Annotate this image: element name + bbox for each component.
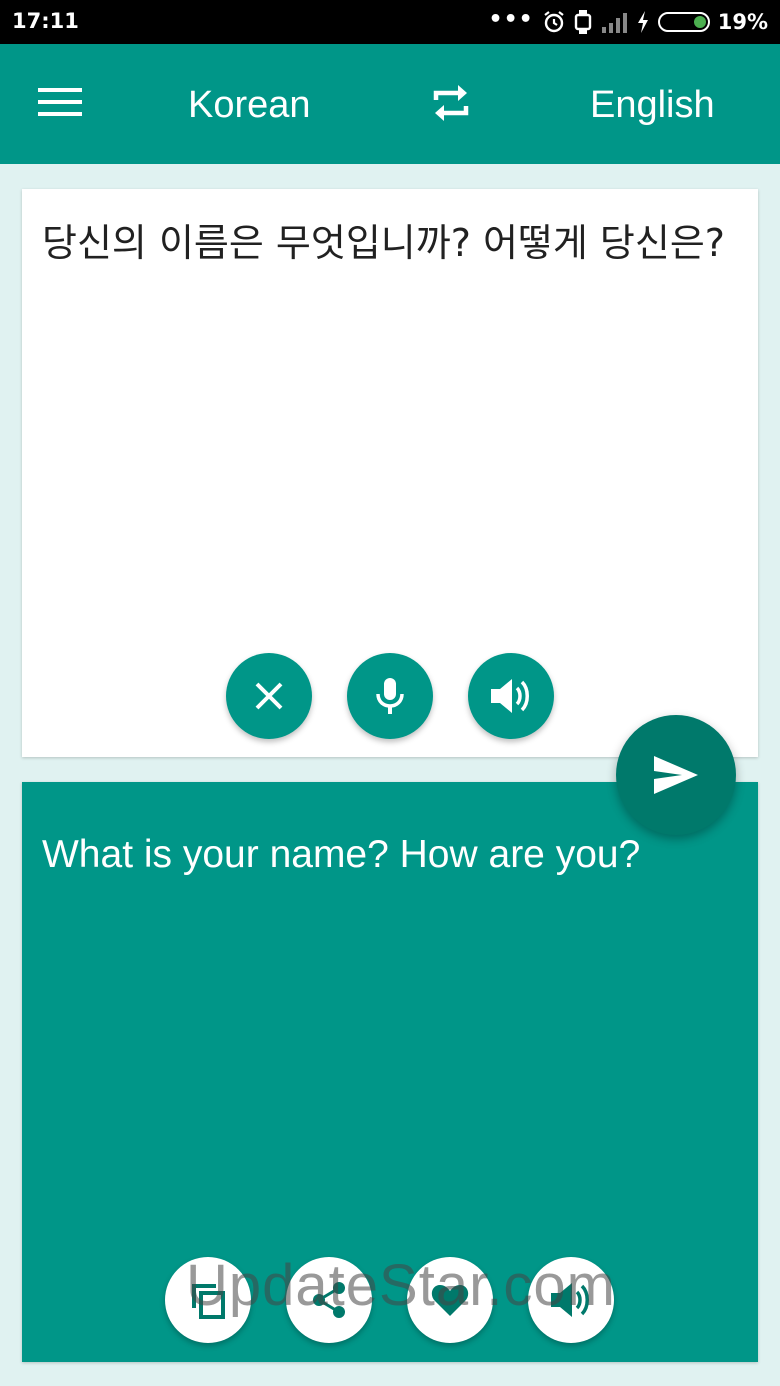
menu-icon-line (38, 88, 82, 92)
microphone-icon (376, 678, 404, 714)
share-button[interactable] (286, 1257, 372, 1343)
copy-icon (192, 1284, 225, 1319)
menu-button[interactable] (38, 88, 82, 120)
watch-icon (574, 9, 592, 35)
clear-button[interactable] (226, 653, 312, 739)
battery-icon (657, 12, 710, 32)
source-text-input[interactable]: 당신의 이름은 무엇입니까? 어떻게 당신은? (42, 217, 732, 269)
heart-icon (431, 1285, 469, 1316)
speak-translation-button[interactable] (528, 1257, 614, 1343)
source-language-selector[interactable]: Korean (188, 84, 311, 127)
copy-button[interactable] (165, 1257, 251, 1343)
swap-icon (433, 85, 469, 121)
share-icon (313, 1282, 345, 1318)
notification-dots: ••• (488, 6, 534, 32)
speak-source-button[interactable] (468, 653, 554, 739)
speaker-icon (491, 679, 529, 713)
translate-button[interactable] (616, 715, 736, 835)
send-icon (654, 756, 698, 794)
status-time: 17:11 (12, 9, 79, 33)
swap-languages-button[interactable] (428, 80, 474, 126)
battery-percent: 19% (717, 10, 768, 34)
status-bar: 17:11 ••• 19% (0, 0, 780, 44)
target-language-selector[interactable]: English (590, 84, 715, 127)
source-card: 당신의 이름은 무엇입니까? 어떻게 당신은? (22, 189, 758, 757)
alarm-icon (542, 10, 566, 34)
status-icons: ••• 19% (489, 6, 768, 38)
translation-card: What is your name? How are you? (22, 782, 758, 1362)
charging-icon (636, 10, 650, 34)
menu-icon-line (38, 112, 82, 116)
app-bar: Korean English (0, 44, 780, 164)
microphone-button[interactable] (347, 653, 433, 739)
close-icon (255, 682, 283, 710)
translation-text: What is your name? How are you? (42, 833, 641, 876)
signal-icon (600, 11, 628, 33)
speaker-icon (551, 1283, 589, 1317)
favorite-button[interactable] (407, 1257, 493, 1343)
menu-icon-line (38, 100, 82, 104)
